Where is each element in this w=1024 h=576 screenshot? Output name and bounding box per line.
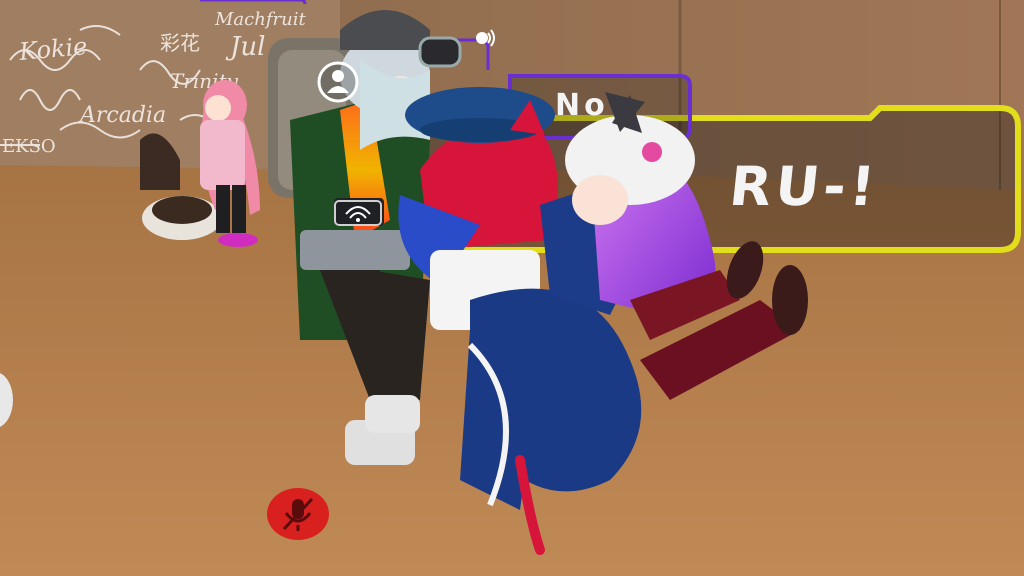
wall-text-kanji: 彩花 (160, 31, 200, 55)
wall-text-jul: Jul (225, 32, 265, 62)
user-avatar-icon[interactable] (316, 60, 360, 104)
wall-text-arcadia: Arcadia (78, 103, 166, 128)
nameplate-yellow-text: RU-! (726, 155, 882, 218)
muted-microphone-icon[interactable] (266, 487, 330, 541)
vr-world-scene: Kokie Machfruit Jul Arcadia EKSO Trinity… (0, 0, 1024, 576)
connection-icon (334, 200, 382, 226)
speaking-icon (474, 28, 496, 48)
nameplate-purple-text: No (555, 88, 609, 123)
wall-text-ekso: EKSO (2, 136, 56, 157)
wall-text-machfruit: Machfruit (214, 9, 306, 30)
